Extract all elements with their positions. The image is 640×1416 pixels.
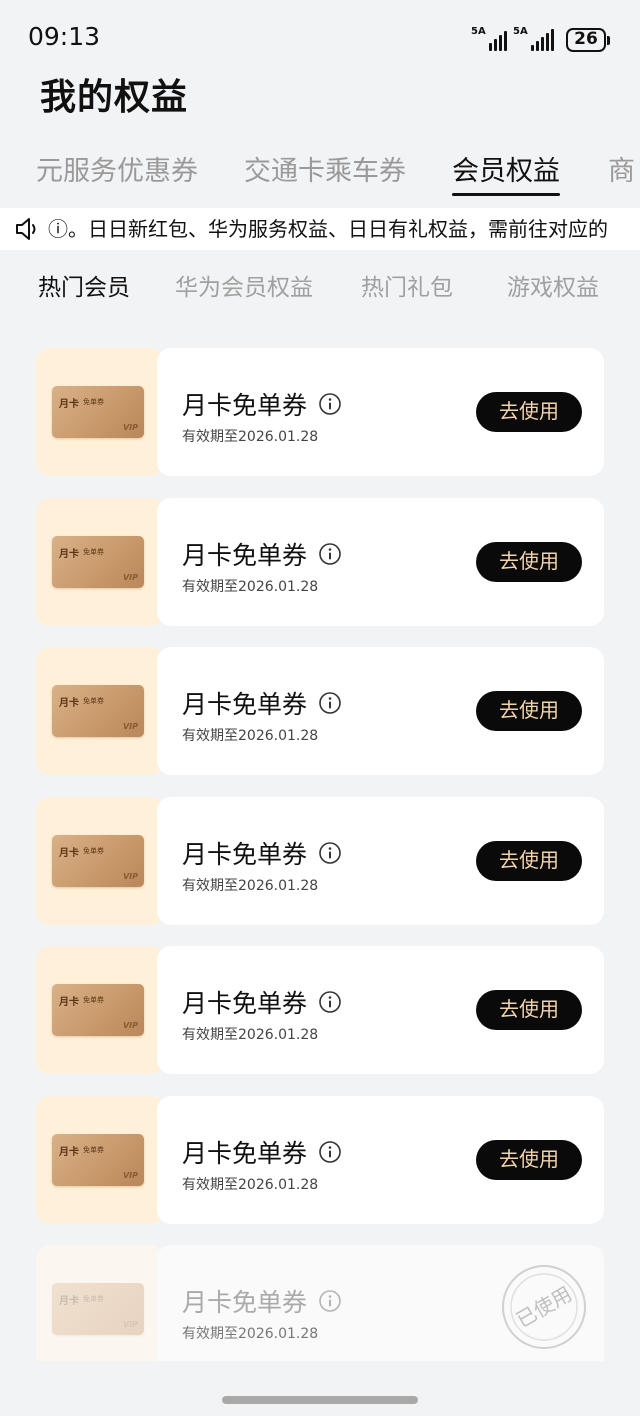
- coupon-name: 月卡免单券: [182, 690, 308, 719]
- coupon-item[interactable]: 月卡 免单券 VIP 月卡免单券 有效期至2026.01.28 去使用: [36, 946, 604, 1074]
- info-icon[interactable]: [318, 392, 342, 416]
- status-time: 09:13: [28, 22, 101, 51]
- coupon-expiry: 有效期至2026.01.28: [182, 728, 319, 744]
- signal-icon: 5A: [471, 26, 507, 51]
- info-icon[interactable]: [318, 1289, 342, 1313]
- coupon-item[interactable]: 月卡 免单券 VIP 月卡免单券 有效期至2026.01.28 去使用: [36, 797, 604, 925]
- coupon-panel: 月卡免单券 有效期至2026.01.28 去使用: [157, 797, 604, 925]
- info-icon[interactable]: [318, 1140, 342, 1164]
- coupon-expiry: 有效期至2026.01.28: [182, 429, 319, 445]
- vip-card-image: 月卡 免单券 VIP: [52, 1283, 144, 1335]
- main-tabs: 元服务优惠券 交通卡乘车券 会员权益 商: [0, 150, 640, 200]
- coupon-panel: 月卡免单券 有效期至2026.01.28 去使用: [157, 647, 604, 775]
- coupon-thumbnail: 月卡 免单券 VIP: [36, 1096, 164, 1224]
- speaker-icon: [16, 218, 36, 240]
- battery-level: 26: [566, 28, 606, 52]
- coupon-item[interactable]: 月卡 免单券 VIP 月卡免单券 有效期至2026.01.28 去使用: [36, 498, 604, 626]
- coupon-name: 月卡免单券: [182, 989, 308, 1018]
- sub-tabs: 热门会员 华为会员权益 热门礼包 游戏权益: [0, 268, 640, 308]
- coupon-thumbnail: 月卡 免单券 VIP: [36, 498, 164, 626]
- coupon-item-used[interactable]: 月卡 免单券 VIP 月卡免单券 有效期至2026.01.28 已使用: [36, 1245, 604, 1361]
- coupon-expiry: 有效期至2026.01.28: [182, 1177, 319, 1193]
- vip-card-image: 月卡 免单券 VIP: [52, 984, 144, 1036]
- page-title: 我的权益: [40, 77, 189, 118]
- coupon-expiry: 有效期至2026.01.28: [182, 878, 319, 894]
- info-icon[interactable]: [318, 691, 342, 715]
- used-stamp: 已使用: [500, 1263, 588, 1351]
- battery-icon: 26: [566, 28, 610, 52]
- info-icon[interactable]: [318, 542, 342, 566]
- use-button[interactable]: 去使用: [476, 542, 582, 582]
- coupon-thumbnail: 月卡 免单券 VIP: [36, 647, 164, 775]
- coupon-thumbnail: 月卡 免单券 VIP: [36, 348, 164, 476]
- coupon-item[interactable]: 月卡 免单券 VIP 月卡免单券 有效期至2026.01.28 去使用: [36, 1096, 604, 1224]
- network-type-label: 5A: [471, 26, 486, 37]
- coupon-item[interactable]: 月卡 免单券 VIP 月卡免单券 有效期至2026.01.28 去使用: [36, 647, 604, 775]
- coupon-panel: 月卡免单券 有效期至2026.01.28 去使用: [157, 1096, 604, 1224]
- coupon-panel: 月卡免单券 有效期至2026.01.28 去使用: [157, 498, 604, 626]
- coupon-expiry: 有效期至2026.01.28: [182, 579, 319, 595]
- vip-card-image: 月卡 免单券 VIP: [52, 536, 144, 588]
- vip-card-image: 月卡 免单券 VIP: [52, 1134, 144, 1186]
- use-button[interactable]: 去使用: [476, 841, 582, 881]
- coupon-panel: 月卡免单券 有效期至2026.01.28 去使用: [157, 348, 604, 476]
- coupon-name: 月卡免单券: [182, 541, 308, 570]
- coupon-thumbnail: 月卡 免单券 VIP: [36, 797, 164, 925]
- coupon-name: 月卡免单券: [182, 391, 308, 420]
- tab-member-benefits[interactable]: 会员权益: [452, 150, 560, 198]
- home-indicator[interactable]: [222, 1396, 418, 1404]
- coupon-name: 月卡免单券: [182, 1139, 308, 1168]
- subtab-game-benefits[interactable]: 游戏权益: [507, 268, 599, 308]
- coupon-panel: 月卡免单券 有效期至2026.01.28 去使用: [157, 946, 604, 1074]
- status-icons: 5A 5A 26: [471, 26, 610, 54]
- coupon-panel: 月卡免单券 有效期至2026.01.28 已使用: [157, 1245, 604, 1361]
- tab-service-coupons[interactable]: 元服务优惠券: [36, 150, 198, 198]
- coupon-expiry: 有效期至2026.01.28: [182, 1326, 319, 1342]
- tab-transit-coupons[interactable]: 交通卡乘车券: [244, 150, 406, 198]
- notice-text: ⓘ。日日新红包、华为服务权益、日日有礼权益，需前往对应的: [48, 217, 608, 241]
- subtab-hot-gifts[interactable]: 热门礼包: [361, 268, 453, 308]
- coupon-expiry: 有效期至2026.01.28: [182, 1027, 319, 1043]
- coupon-thumbnail: 月卡 免单券 VIP: [36, 946, 164, 1074]
- use-button[interactable]: 去使用: [476, 691, 582, 731]
- use-button[interactable]: 去使用: [476, 392, 582, 432]
- notice-bar[interactable]: ⓘ。日日新红包、华为服务权益、日日有礼权益，需前往对应的: [0, 208, 640, 250]
- info-icon[interactable]: [318, 990, 342, 1014]
- subtab-hot-membership[interactable]: 热门会员: [38, 268, 130, 308]
- status-bar: 09:13 5A 5A 26: [0, 0, 640, 78]
- vip-card-image: 月卡 免单券 VIP: [52, 835, 144, 887]
- network-type-label: 5A: [513, 26, 528, 37]
- use-button[interactable]: 去使用: [476, 990, 582, 1030]
- coupon-name: 月卡免单券: [182, 1288, 308, 1317]
- subtab-huawei-member[interactable]: 华为会员权益: [175, 268, 313, 308]
- tab-more[interactable]: 商: [608, 150, 635, 198]
- vip-card-image: 月卡 免单券 VIP: [52, 386, 144, 438]
- signal-icon: 5A: [513, 26, 554, 51]
- vip-card-image: 月卡 免单券 VIP: [52, 685, 144, 737]
- coupon-thumbnail: 月卡 免单券 VIP: [36, 1245, 164, 1361]
- coupon-item[interactable]: 月卡 免单券 VIP 月卡免单券 有效期至2026.01.28 去使用: [36, 348, 604, 476]
- use-button[interactable]: 去使用: [476, 1140, 582, 1180]
- info-icon[interactable]: [318, 841, 342, 865]
- coupon-name: 月卡免单券: [182, 840, 308, 869]
